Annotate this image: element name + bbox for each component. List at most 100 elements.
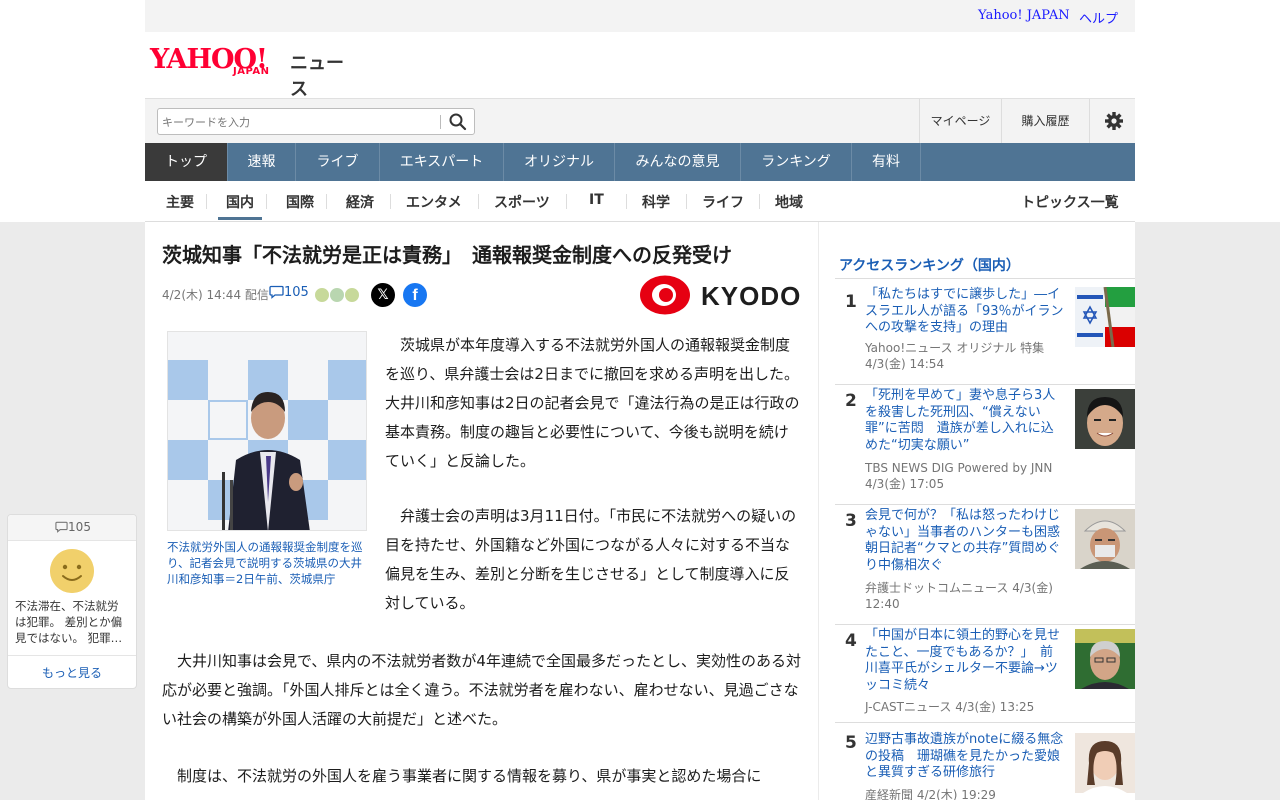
- ranking-time: 4/3(金) 17:05: [865, 477, 945, 491]
- see-more-comments-link[interactable]: もっと見る: [8, 655, 136, 689]
- nav-original[interactable]: オリジナル: [504, 143, 615, 181]
- comment-preview-panel: 105 不法滞在、不法就労は犯罪。 差別とか偏見ではない。 犯罪… もっと見る: [7, 514, 137, 689]
- ranking-title: 辺野古事故遺族がnoteに綴る無念の投稿 珊瑚礁を見たかった愛娘と異質すぎる研修…: [865, 732, 1064, 780]
- category-divider: [206, 194, 207, 209]
- search-icon[interactable]: [448, 112, 470, 132]
- category-international[interactable]: 国際: [286, 192, 314, 212]
- logo-news-text: ニュース: [290, 53, 344, 100]
- ranking-thumbnail: [1075, 287, 1135, 347]
- ranking-source: 弁護士ドットコムニュース 4/3(金) 12:40: [865, 581, 1053, 611]
- category-economy[interactable]: 経済: [346, 192, 374, 212]
- category-it[interactable]: IT: [589, 192, 604, 208]
- topics-list-link[interactable]: トピックス一覧: [1021, 192, 1119, 212]
- ranking-item[interactable]: 3 会見で何が？「私は怒ったわけじゃない」当事者のハンターも困惑 朝日記者“クマ…: [835, 505, 1135, 625]
- publisher-name: KYODO: [701, 281, 802, 311]
- comment-icon: [269, 285, 284, 299]
- category-divider: [478, 194, 479, 209]
- main-navigation: トップ 速報 ライブ エキスパート オリジナル みんなの意見 ランキング 有料: [145, 143, 1135, 181]
- comment-count-link[interactable]: 105: [269, 285, 309, 300]
- category-entertainment[interactable]: エンタメ: [406, 192, 462, 212]
- x-icon: 𝕏: [377, 287, 389, 303]
- ranking-item[interactable]: 5 辺野古事故遺族がnoteに綴る無念の投稿 珊瑚礁を見たかった愛娘と異質すぎる…: [835, 723, 1135, 800]
- ranking-number: 2: [845, 391, 857, 411]
- category-domestic[interactable]: 国内: [226, 192, 254, 212]
- help-link[interactable]: ヘルプ: [1079, 8, 1118, 27]
- article-date: 4/2(木) 14:44 配信: [162, 288, 269, 302]
- article: 茨城知事「不法就労是正は責務」 通報報奨金制度への反発受け 4/2(木) 14:…: [145, 222, 818, 800]
- settings-button[interactable]: [1089, 99, 1135, 143]
- logo-japan-text: JAPAN: [233, 66, 270, 77]
- article-paragraph: 弁護士会の声明は3月11日付。「市民に不法就労への疑いの目を持たせ、外国籍など外…: [385, 507, 797, 612]
- ranking-item[interactable]: 2 「死刑を早めて」妻や息子ら3人を殺害した死刑囚、“償えない罪”に苦悶 遺族が…: [835, 385, 1135, 505]
- article-paragraph: 茨城県が本年度導入する不法就労外国人の通報報奨金制度を巡り、県弁護士会は2日まで…: [385, 336, 800, 470]
- nav-breaking[interactable]: 速報: [228, 143, 296, 181]
- ranking-item[interactable]: 4 「中国が日本に領土的野心を見せたこと、一度でもあるか？」 前川喜平氏がシェル…: [835, 625, 1135, 723]
- category-divider: [390, 194, 391, 209]
- nav-opinions[interactable]: みんなの意見: [615, 143, 741, 181]
- ranking-time: 4/3(金) 14:54: [865, 357, 945, 371]
- search-box: [157, 108, 475, 135]
- category-divider: [686, 194, 687, 209]
- ranking-item[interactable]: 1 「私たちはすでに譲歩した」―イスラエル人が語る「93％がイランへの攻撃を支持…: [835, 287, 1135, 385]
- search-input[interactable]: [162, 113, 434, 131]
- reaction-faces: [314, 287, 362, 303]
- ranking-number: 4: [845, 631, 857, 651]
- active-category-underline: [218, 217, 262, 220]
- ranking-number: 1: [845, 292, 857, 312]
- purchase-history-link[interactable]: 購入履歴: [1001, 99, 1089, 143]
- category-divider: [759, 194, 760, 209]
- photo-caption: 不法就労外国人の通報報奨金制度を巡り、記者会見で説明する茨城県の大井川和彦知事＝…: [167, 540, 363, 586]
- comment-preview-count-value: 105: [68, 520, 91, 534]
- ranking-number: 3: [845, 511, 857, 531]
- article-title: 茨城知事「不法就労是正は責務」 通報報奨金制度への反発受け: [162, 243, 732, 267]
- category-divider: [626, 194, 627, 209]
- smiley-icon: [50, 549, 94, 593]
- category-science[interactable]: 科学: [642, 192, 670, 212]
- category-region[interactable]: 地域: [775, 192, 803, 212]
- reaction-face-icon: [314, 287, 330, 303]
- category-divider: [266, 194, 267, 209]
- ranking-source: TBS NEWS DIG Powered by JNN: [865, 461, 1053, 475]
- category-divider: [566, 194, 567, 209]
- comment-count: 105: [284, 285, 309, 300]
- reaction-face-icon: [344, 287, 360, 303]
- facebook-icon: f: [412, 287, 418, 304]
- ranking-thumbnail: [1075, 509, 1135, 569]
- comment-preview-count[interactable]: 105: [8, 520, 138, 534]
- nav-live[interactable]: ライブ: [296, 143, 380, 181]
- share-x-button[interactable]: 𝕏: [371, 283, 395, 307]
- category-life[interactable]: ライフ: [702, 192, 744, 212]
- ranking-thumbnail: [1075, 629, 1135, 689]
- category-navigation: 主要 国内 国際 経済 エンタメ スポーツ IT 科学 ライフ 地域 トピックス…: [145, 181, 1135, 222]
- article-photo[interactable]: [167, 331, 367, 531]
- nav-expert[interactable]: エキスパート: [380, 143, 504, 181]
- category-sports[interactable]: スポーツ: [494, 192, 550, 212]
- nav-paid[interactable]: 有料: [852, 143, 921, 181]
- article-paragraph: 大井川知事は会見で、県内の不法就労者数が4年連続で全国最多だったとし、実効性のあ…: [162, 652, 801, 728]
- ranking-title: 「中国が日本に領土的野心を見せたこと、一度でもあるか？」 前川喜平氏がシェルター…: [865, 628, 1061, 693]
- yahoo-japan-link[interactable]: Yahoo! JAPAN: [978, 8, 1070, 23]
- yahoo-news-logo[interactable]: YAHOO! JAPAN ニュース: [150, 44, 360, 100]
- top-utility-bar: Yahoo! JAPAN ヘルプ: [145, 0, 1135, 32]
- nav-top[interactable]: トップ: [145, 143, 228, 181]
- ranking-thumbnail: [1075, 733, 1135, 793]
- governor-photo-image: [168, 332, 366, 530]
- gear-icon: [1105, 112, 1123, 130]
- ranking-title: 「私たちはすでに譲歩した」―イスラエル人が語る「93％がイランへの攻撃を支持」の…: [865, 287, 1064, 335]
- category-divider: [326, 194, 327, 209]
- ranking-number: 5: [845, 733, 857, 753]
- ranking-source: J-CASTニュース 4/3(金) 13:25: [865, 700, 1035, 714]
- ranking-source: Yahoo!ニュース オリジナル 特集: [865, 341, 1045, 355]
- ranking-source: 産経新聞 4/2(木) 19:29: [865, 788, 996, 800]
- article-paragraph: 制度は、不法就労の外国人を雇う事業者に関する情報を募り、県が事実と認めた場合に: [162, 767, 762, 785]
- nav-ranking[interactable]: ランキング: [741, 143, 852, 181]
- access-ranking-sidebar: アクセスランキング（国内） 1 「私たちはすでに譲歩した」―イスラエル人が語る「…: [819, 222, 1135, 800]
- ranking-title: 「死刑を早めて」妻や息子ら3人を殺害した死刑囚、“償えない罪”に苦悶 遺族が差し…: [865, 388, 1056, 453]
- ranking-divider: [835, 278, 1135, 279]
- share-facebook-button[interactable]: f: [403, 283, 427, 307]
- search-row: マイページ 購入履歴: [145, 98, 1135, 143]
- category-main[interactable]: 主要: [166, 192, 194, 212]
- ranking-title: 会見で何が？「私は怒ったわけじゃない」当事者のハンターも困惑 朝日記者“クマとの…: [865, 508, 1061, 573]
- publisher-logo[interactable]: KYODO: [639, 275, 802, 315]
- mypage-link[interactable]: マイページ: [919, 99, 1001, 143]
